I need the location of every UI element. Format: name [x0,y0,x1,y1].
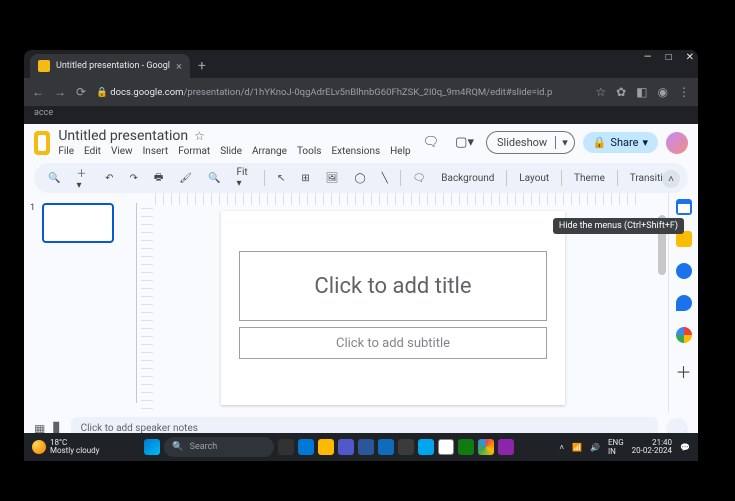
comment-history-icon[interactable]: 🗨 [419,131,444,154]
textbox-tool-icon[interactable]: ⊞ [297,171,313,186]
meet-icon[interactable]: ▢▾ [451,131,478,154]
copilot-icon[interactable] [298,439,314,455]
back-icon[interactable]: ← [32,85,44,99]
app-icon-2[interactable] [458,439,474,455]
address-bar[interactable]: 🔒 docs.google.com/presentation/d/1hYKnoJ… [96,87,585,98]
tray-volume-icon[interactable]: 🔊 [590,443,600,452]
menu-help[interactable]: Help [390,146,410,157]
filmstrip: 1 [24,193,136,413]
menu-edit[interactable]: Edit [84,146,101,157]
word-icon[interactable] [358,439,374,455]
canvas-scrollbar[interactable] [658,205,666,409]
task-view-icon[interactable] [278,439,294,455]
new-tab-button[interactable]: + [190,58,214,78]
background-button[interactable]: Background [437,171,498,186]
slide-canvas[interactable]: Click to add title Click to add subtitle [221,211,565,405]
tray-language[interactable]: ENGIN [608,438,624,456]
maps-icon[interactable] [676,327,692,343]
toolbar: 🔍 ＋▾ ↶ ↷ 🖶 🖌 🔍 Fit ▾ ↖ ⊞ 🖼 ◯ ╲ 🗨 Backgro… [34,163,688,193]
image-tool-icon[interactable]: 🖼 [322,171,343,186]
zoom-level[interactable]: Fit ▾ [232,165,256,191]
tray-chevron-icon[interactable]: ˄ [559,443,564,452]
paint-format-icon[interactable]: 🖌 [175,171,196,186]
shape-tool-icon[interactable]: ◯ [351,171,370,186]
add-addon-icon[interactable]: ＋ [675,359,691,383]
reload-icon[interactable]: ⟳ [76,85,86,99]
hide-menus-tooltip: Hide the menus (Ctrl+Shift+F) [553,218,684,234]
calendar-icon[interactable] [676,199,692,215]
taskbar-search[interactable]: 🔍 Search [164,437,274,457]
contacts-icon[interactable] [676,295,692,311]
redo-icon[interactable]: ↷ [125,171,141,186]
taskbar-weather[interactable]: 18°CMostly cloudy [32,439,99,455]
extensions-icon[interactable]: ✿ [616,85,626,99]
menu-bar: File Edit View Insert Format Slide Arran… [58,146,410,157]
app-icon-3[interactable] [498,439,514,455]
explorer-icon[interactable] [318,439,334,455]
chrome-menu-icon[interactable]: ⋮ [678,85,690,99]
tasks-icon[interactable] [676,263,692,279]
weather-icon [32,440,46,454]
select-tool-icon[interactable]: ↖ [273,171,289,186]
subtitle-placeholder[interactable]: Click to add subtitle [239,327,547,359]
tray-network-icon[interactable]: 📶 [572,443,582,452]
edge-icon[interactable] [378,439,394,455]
forward-icon[interactable]: → [54,85,66,99]
window-maximize-icon[interactable]: □ [666,52,672,63]
start-icon[interactable] [144,439,160,455]
print-icon[interactable]: 🖶 [150,168,167,189]
ruler-horizontal [155,193,640,205]
zoom-icon[interactable]: 🔍 [204,171,224,186]
slide-thumbnail-1[interactable] [42,203,114,243]
menu-view[interactable]: View [111,146,133,157]
theme-button[interactable]: Theme [570,171,609,186]
share-button[interactable]: 🔒 Share ▾ [583,132,658,153]
tray-notifications-icon[interactable]: 💬 [680,443,690,452]
windows-taskbar: 18°CMostly cloudy 🔍 Search ˄ 📶 🔊 ENGIN 2… [24,433,698,461]
layout-button[interactable]: Layout [515,171,553,186]
chevron-down-icon[interactable]: ▾ [555,136,574,149]
window-close-icon[interactable]: ✕ [686,52,694,63]
title-placeholder[interactable]: Click to add title [239,251,547,321]
line-tool-icon[interactable]: ╲ [378,171,392,186]
undo-icon[interactable]: ↶ [101,171,117,186]
menu-arrange[interactable]: Arrange [252,146,287,157]
menu-file[interactable]: File [58,146,74,157]
menu-format[interactable]: Format [178,146,210,157]
app-icon-1[interactable] [438,439,454,455]
menu-extensions[interactable]: Extensions [331,146,380,157]
tray-clock[interactable]: 21:4020-02-2024 [632,439,672,455]
window-minimize-icon[interactable]: ― [644,52,652,63]
close-tab-icon[interactable]: × [176,60,182,73]
menu-insert[interactable]: Insert [143,146,169,157]
browser-tab-active[interactable]: Untitled presentation - Googl × [30,54,190,78]
search-menus-icon[interactable]: 🔍 [44,171,64,186]
tab-title: Untitled presentation - Googl [56,61,170,71]
menu-slide[interactable]: Slide [220,146,242,157]
new-slide-icon[interactable]: ＋▾ [72,163,93,193]
slide-number: 1 [30,203,38,243]
bookmarks-bar[interactable]: acce [24,106,698,124]
document-title[interactable]: Untitled presentation [58,128,188,144]
panels-icon[interactable]: ◧ [636,85,647,99]
menu-tools[interactable]: Tools [297,146,321,157]
bookmark-star-icon[interactable]: ☆ [595,85,606,99]
store-icon[interactable] [418,439,434,455]
ruler-vertical [141,205,153,409]
star-icon[interactable]: ☆ [194,129,205,143]
slides-favicon [38,60,50,72]
slideshow-button[interactable]: Slideshow▾ [486,131,575,154]
profile-icon[interactable]: ◉ [658,85,668,99]
teams-icon[interactable] [338,439,354,455]
terminal-icon[interactable] [398,439,414,455]
slides-logo-icon[interactable] [34,131,50,155]
chrome-icon[interactable] [478,439,494,455]
account-avatar[interactable] [666,132,688,154]
comment-tool-icon[interactable]: 🗨 [409,171,430,186]
hide-menus-button[interactable]: ˄ [662,170,680,188]
